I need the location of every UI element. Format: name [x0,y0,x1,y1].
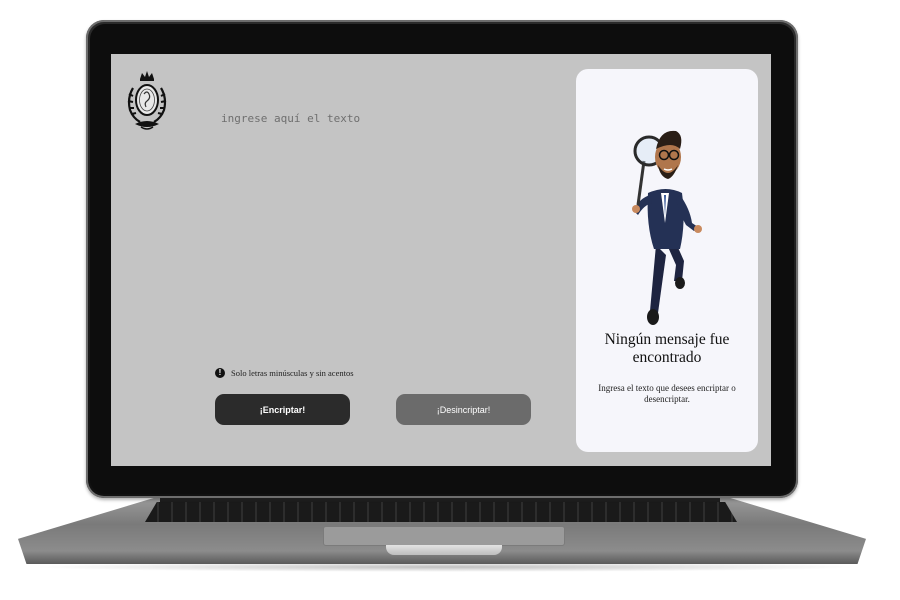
crest-logo-icon [127,71,167,130]
exclamation-circle-icon: ! [215,368,225,378]
panel-description: Ingresa el texto que desees encriptar o … [598,383,736,404]
detective-magnifier-illustration [632,130,702,325]
laptop-trackpad [323,526,565,546]
app-screen: ! Solo letras minúsculas y sin acentos ¡… [111,54,771,466]
decrypt-button[interactable]: ¡Desincriptar! [396,394,531,425]
encrypt-button[interactable]: ¡Encriptar! [215,394,350,425]
panel-title: Ningún mensaje fue encontrado [604,331,730,366]
laptop-keyboard [145,502,737,522]
message-input[interactable] [221,112,551,392]
laptop-front-notch [386,545,502,555]
hint-text: Solo letras minúsculas y sin acentos [231,368,354,378]
result-panel: Ningún mensaje fue encontrado Ingresa el… [576,69,758,452]
input-hint: ! Solo letras minúsculas y sin acentos [215,368,354,378]
